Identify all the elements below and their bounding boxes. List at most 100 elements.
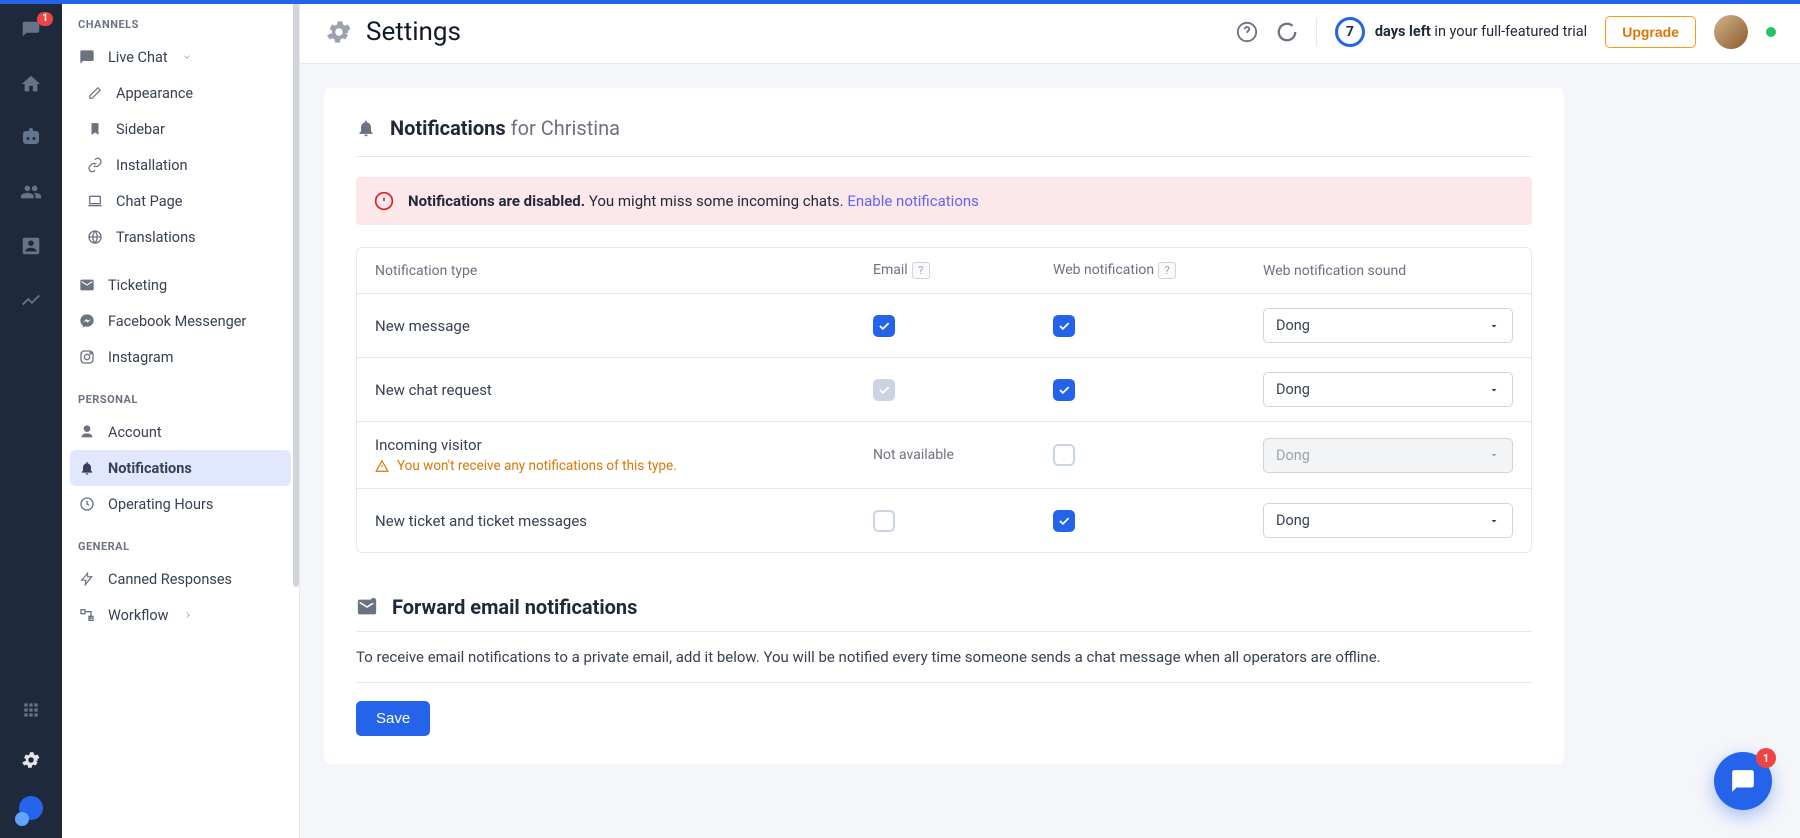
forward-description: To receive email notifications to a priv… bbox=[356, 631, 1532, 683]
sidebar-account[interactable]: Account bbox=[62, 414, 299, 450]
web-checkbox[interactable] bbox=[1053, 315, 1075, 337]
sidebar-scrollbar[interactable] bbox=[293, 0, 299, 587]
row-warning: You won't receive any notifications of t… bbox=[375, 458, 873, 474]
forward-mail-icon bbox=[356, 596, 378, 618]
sidebar-chat-page[interactable]: Chat Page bbox=[62, 183, 299, 219]
sidebar-item-label: Operating Hours bbox=[108, 496, 213, 513]
help-icon[interactable]: ? bbox=[912, 262, 930, 279]
trial-days-badge: 7 bbox=[1335, 17, 1365, 47]
laptop-icon bbox=[86, 192, 104, 210]
row-label: Incoming visitor bbox=[375, 436, 873, 454]
chat-fab[interactable]: 1 bbox=[1714, 752, 1772, 810]
row-label: New chat request bbox=[375, 381, 873, 399]
upgrade-button[interactable]: Upgrade bbox=[1605, 16, 1696, 48]
rail-settings[interactable] bbox=[17, 746, 45, 774]
rail-apps[interactable] bbox=[17, 696, 45, 724]
sound-select[interactable]: Dong bbox=[1263, 308, 1513, 343]
workflow-icon bbox=[78, 606, 96, 624]
link-icon bbox=[86, 156, 104, 174]
clock-icon bbox=[78, 495, 96, 513]
avatar[interactable] bbox=[1714, 15, 1748, 49]
sound-select[interactable]: Dong bbox=[1263, 372, 1513, 407]
rail-home[interactable] bbox=[17, 70, 45, 98]
sidebar-item-label: Account bbox=[108, 424, 162, 441]
sidebar-item-label: Facebook Messenger bbox=[108, 313, 246, 330]
sidebar-appearance[interactable]: Appearance bbox=[62, 75, 299, 111]
separator bbox=[1316, 18, 1317, 46]
chevron-down-icon bbox=[182, 52, 192, 62]
email-not-available: Not available bbox=[873, 447, 1053, 463]
help-icon[interactable] bbox=[1236, 21, 1258, 43]
sidebar-header-general: GENERAL bbox=[62, 522, 299, 561]
table-row: New chat request Dong bbox=[357, 358, 1531, 422]
sidebar-instagram[interactable]: Instagram bbox=[62, 339, 299, 375]
sidebar-item-label: Instagram bbox=[108, 349, 173, 366]
settings-sidebar: CHANNELS Live Chat Appearance Sidebar In… bbox=[62, 0, 300, 838]
rail-inbox[interactable]: 1 bbox=[17, 16, 45, 44]
section-heading-sub: for Christina bbox=[511, 116, 620, 140]
email-checkbox[interactable] bbox=[873, 315, 895, 337]
sidebar-operating-hours[interactable]: Operating Hours bbox=[62, 486, 299, 522]
email-checkbox[interactable] bbox=[873, 379, 895, 401]
sidebar-item-label: Notifications bbox=[108, 460, 192, 477]
row-label: New message bbox=[375, 317, 873, 335]
globe-icon bbox=[86, 228, 104, 246]
web-checkbox[interactable] bbox=[1053, 379, 1075, 401]
instagram-icon bbox=[78, 348, 96, 366]
sidebar-header-channels: CHANNELS bbox=[62, 0, 299, 39]
web-checkbox[interactable] bbox=[1053, 510, 1075, 532]
gear-icon bbox=[324, 17, 354, 47]
rail-analytics[interactable] bbox=[17, 286, 45, 314]
enable-notifications-link[interactable]: Enable notifications bbox=[847, 192, 979, 210]
sidebar-canned[interactable]: Canned Responses bbox=[62, 561, 299, 597]
col-sound: Web notification sound bbox=[1263, 263, 1513, 279]
sidebar-ticketing[interactable]: Ticketing bbox=[62, 267, 299, 303]
sidebar-sidebar[interactable]: Sidebar bbox=[62, 111, 299, 147]
rail-contacts[interactable] bbox=[17, 232, 45, 260]
email-checkbox[interactable] bbox=[873, 510, 895, 532]
rail-logo[interactable] bbox=[17, 796, 45, 824]
sidebar-fb-messenger[interactable]: Facebook Messenger bbox=[62, 303, 299, 339]
page-title: Settings bbox=[366, 17, 461, 47]
help-icon[interactable]: ? bbox=[1158, 262, 1176, 279]
rail-bot[interactable] bbox=[17, 124, 45, 152]
rail-inbox-badge: 1 bbox=[37, 12, 53, 26]
col-email: Email bbox=[873, 262, 908, 278]
bookmark-icon bbox=[86, 120, 104, 138]
row-label: New ticket and ticket messages bbox=[375, 512, 873, 530]
sidebar-live-chat[interactable]: Live Chat bbox=[62, 39, 299, 75]
sound-select[interactable]: Dong bbox=[1263, 503, 1513, 538]
refresh-icon[interactable] bbox=[1276, 21, 1298, 43]
forward-heading: Forward email notifications bbox=[392, 595, 637, 619]
sidebar-installation[interactable]: Installation bbox=[62, 147, 299, 183]
section-heading: Notifications bbox=[390, 116, 506, 140]
person-icon bbox=[78, 423, 96, 441]
bell-icon bbox=[78, 459, 96, 477]
save-button[interactable]: Save bbox=[356, 701, 430, 736]
sidebar-item-label: Appearance bbox=[116, 85, 193, 102]
sidebar-workflow[interactable]: Workflow bbox=[62, 597, 299, 633]
sidebar-item-label: Sidebar bbox=[116, 121, 165, 138]
rail-visitors[interactable] bbox=[17, 178, 45, 206]
web-checkbox[interactable] bbox=[1053, 444, 1075, 466]
alert-icon bbox=[374, 191, 394, 211]
sidebar-header-personal: PERSONAL bbox=[62, 375, 299, 414]
lightning-icon bbox=[78, 570, 96, 588]
col-type: Notification type bbox=[375, 263, 873, 279]
sidebar-item-label: Live Chat bbox=[108, 49, 168, 66]
nav-rail: 1 bbox=[0, 0, 62, 838]
mail-icon bbox=[78, 276, 96, 294]
sidebar-translations[interactable]: Translations bbox=[62, 219, 299, 255]
trial-info: 7 days left in your full-featured trial bbox=[1335, 17, 1587, 47]
sidebar-item-label: Ticketing bbox=[108, 277, 167, 294]
table-row: New message Dong bbox=[357, 294, 1531, 358]
col-web: Web notification bbox=[1053, 262, 1154, 278]
pencil-icon bbox=[86, 84, 104, 102]
trial-label-bold: days left bbox=[1375, 23, 1431, 40]
trial-label-rest: in your full-featured trial bbox=[1431, 23, 1587, 40]
sound-select[interactable]: Dong bbox=[1263, 438, 1513, 473]
sidebar-item-label: Chat Page bbox=[116, 193, 182, 210]
topbar: Settings 7 days left in your full-featur… bbox=[300, 0, 1800, 64]
bell-icon bbox=[356, 118, 376, 138]
sidebar-notifications[interactable]: Notifications bbox=[70, 450, 291, 486]
